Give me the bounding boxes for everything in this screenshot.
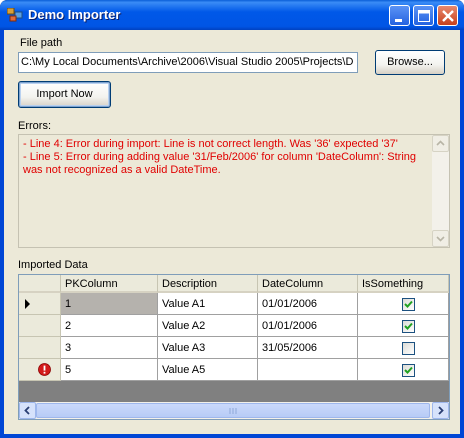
import-now-button[interactable]: Import Now <box>18 81 111 108</box>
window-title: Demo Importer <box>28 7 121 22</box>
checkbox[interactable] <box>402 342 415 355</box>
scroll-right-button[interactable] <box>432 402 449 419</box>
cell-pkcolumn[interactable]: 2 <box>61 315 158 337</box>
cell-datecolumn[interactable] <box>258 359 358 381</box>
cell-issomething[interactable] <box>358 315 449 337</box>
cell-description[interactable]: Value A5 <box>158 359 258 381</box>
maximize-button[interactable] <box>413 5 434 26</box>
error-line: - Line 4: Error during import: Line is n… <box>23 138 398 150</box>
row-header[interactable] <box>19 293 61 315</box>
check-icon <box>404 300 413 308</box>
column-header-issomething[interactable]: IsSomething <box>358 275 449 293</box>
cell-datecolumn[interactable]: 31/05/2006 <box>258 337 358 359</box>
data-grid[interactable]: PKColumn Description DateColumn IsSometh… <box>18 274 450 420</box>
chevron-right-icon <box>438 406 444 415</box>
application-window: Demo Importer File path C:\My Local Docu… <box>0 0 464 438</box>
error-icon <box>38 363 51 376</box>
file-path-input[interactable]: C:\My Local Documents\Archive\2006\Visua… <box>18 52 358 73</box>
checkbox[interactable] <box>402 298 415 311</box>
scroll-left-button[interactable] <box>19 402 36 419</box>
row-header[interactable] <box>19 337 61 359</box>
cell-pkcolumn[interactable]: 3 <box>61 337 158 359</box>
errors-text: - Line 4: Error during import: Line is n… <box>23 138 431 177</box>
chevron-down-icon <box>436 236 445 242</box>
scroll-down-button[interactable] <box>432 230 449 247</box>
browse-button[interactable]: Browse... <box>375 50 445 75</box>
imported-data-label: Imported Data <box>18 259 88 271</box>
checkbox[interactable] <box>402 364 415 377</box>
scroll-up-button[interactable] <box>432 135 449 152</box>
check-icon <box>404 322 413 330</box>
grip-icon <box>229 408 237 414</box>
cell-description[interactable]: Value A1 <box>158 293 258 315</box>
column-header-datecolumn[interactable]: DateColumn <box>258 275 358 293</box>
close-icon <box>442 10 454 22</box>
cell-datecolumn[interactable]: 01/01/2006 <box>258 315 358 337</box>
window-border-bottom <box>0 434 464 438</box>
cell-description[interactable]: Value A3 <box>158 337 258 359</box>
errors-label: Errors: <box>18 120 51 132</box>
row-header[interactable] <box>19 359 61 381</box>
cell-pkcolumn[interactable]: 5 <box>61 359 158 381</box>
row-header-corner <box>19 275 61 293</box>
cell-datecolumn[interactable]: 01/01/2006 <box>258 293 358 315</box>
current-row-arrow-icon <box>25 299 30 309</box>
cell-pkcolumn[interactable]: 1 <box>61 293 158 315</box>
grid-horizontal-scrollbar[interactable] <box>19 402 449 419</box>
row-header[interactable] <box>19 315 61 337</box>
column-header-pkcolumn[interactable]: PKColumn <box>61 275 158 293</box>
cell-issomething[interactable] <box>358 359 449 381</box>
title-bar[interactable]: Demo Importer <box>0 0 464 30</box>
client-area: File path C:\My Local Documents\Archive\… <box>4 30 460 434</box>
app-icon <box>7 8 23 22</box>
check-icon <box>404 366 413 374</box>
close-button[interactable] <box>437 5 458 26</box>
cell-issomething[interactable] <box>358 337 449 359</box>
chevron-left-icon <box>24 406 30 415</box>
errors-textbox[interactable]: - Line 4: Error during import: Line is n… <box>18 134 450 248</box>
error-line: - Line 5: Error during adding value '31/… <box>23 151 417 176</box>
cell-issomething[interactable] <box>358 293 449 315</box>
checkbox[interactable] <box>402 320 415 333</box>
maximize-icon <box>418 10 430 22</box>
scroll-thumb[interactable] <box>36 403 430 418</box>
grid-header-row: PKColumn Description DateColumn IsSometh… <box>19 275 449 293</box>
minimize-icon <box>395 19 402 22</box>
window-border-right <box>460 30 464 438</box>
cell-description[interactable]: Value A2 <box>158 315 258 337</box>
column-header-description[interactable]: Description <box>158 275 258 293</box>
errors-vertical-scrollbar[interactable] <box>432 135 449 247</box>
minimize-button[interactable] <box>389 5 410 26</box>
chevron-up-icon <box>436 140 445 146</box>
file-path-label: File path <box>20 37 63 49</box>
